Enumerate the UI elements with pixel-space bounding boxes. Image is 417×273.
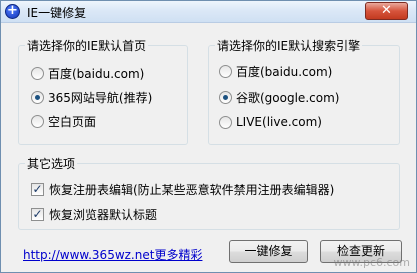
website-link[interactable]: http://www.365wz.net更多精彩 [23,246,202,263]
homepage-option-label: 空白页面 [48,115,97,129]
search-option-google[interactable]: 谷歌(google.com) [219,89,339,106]
search-engine-group-title: 请选择你的IE默认搜索引擎 [217,39,361,53]
restore-browser-title-option[interactable]: ✓ 恢复浏览器默认标题 [31,206,157,223]
checkbox-label: 恢复浏览器默认标题 [49,208,158,222]
title-bar[interactable]: + IE一键修复 ✕ [1,1,416,23]
homepage-option-365[interactable]: 365网站导航(推荐) [31,89,152,106]
radio-button[interactable] [219,115,232,129]
app-window: + IE一键修复 ✕ 请选择你的IE默认首页 百度(baidu.com) 365… [0,0,417,273]
search-option-label: 百度(baidu.com) [236,65,333,79]
app-icon: + [5,4,20,19]
checkbox-checked[interactable]: ✓ [31,183,44,196]
homepage-group-title: 请选择你的IE默认首页 [27,39,147,53]
window-title: IE一键修复 [27,6,87,20]
radio-button[interactable] [219,65,232,78]
radio-button[interactable] [31,67,44,80]
radio-button-selected[interactable] [219,91,232,104]
search-option-live[interactable]: LIVE(live.com) [219,115,322,129]
homepage-option-baidu[interactable]: 百度(baidu.com) [31,65,144,82]
watermark: www.pc6.com [333,256,411,269]
other-options-group-title: 其它选项 [27,157,76,171]
radio-button[interactable] [31,115,44,128]
one-click-repair-button[interactable]: 一键修复 [229,240,308,263]
search-option-label: LIVE(live.com) [236,115,322,129]
homepage-option-label: 365网站导航(推荐) [48,91,153,105]
checkbox-label: 恢复注册表编辑(防止某些恶意软件禁用注册表编辑器) [49,183,335,197]
checkbox-checked[interactable]: ✓ [31,208,44,221]
radio-button-selected[interactable] [31,91,44,104]
search-option-baidu[interactable]: 百度(baidu.com) [219,63,332,80]
homepage-option-blank[interactable]: 空白页面 [31,113,96,130]
restore-registry-editor-option[interactable]: ✓ 恢复注册表编辑(防止某些恶意软件禁用注册表编辑器) [31,181,334,198]
close-button[interactable]: ✕ [365,2,408,20]
search-option-label: 谷歌(google.com) [236,91,340,105]
homepage-option-label: 百度(baidu.com) [48,67,145,81]
